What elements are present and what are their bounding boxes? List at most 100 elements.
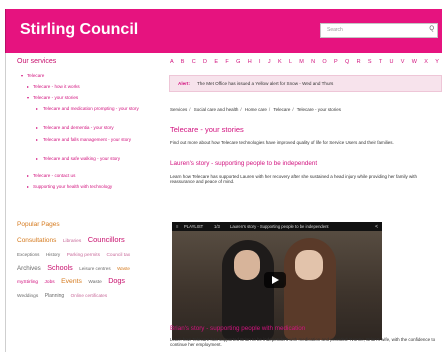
az-letter[interactable]: W: [412, 59, 420, 65]
tag-link[interactable]: Planning: [45, 293, 64, 299]
tag-link[interactable]: Waste: [88, 280, 101, 285]
az-letter[interactable]: P: [334, 59, 340, 65]
tag-link[interactable]: Parking permits: [67, 253, 100, 258]
left-border: [5, 53, 6, 352]
az-letter[interactable]: D: [203, 59, 210, 65]
sidebar-item-telecare[interactable]: ▾ Telecare: [21, 73, 141, 78]
chevron-right-icon: ▸: [36, 156, 39, 161]
tag-link[interactable]: Weddings: [17, 294, 38, 299]
intro-text: Find out more about how Telecare technol…: [170, 140, 394, 145]
az-letter[interactable]: X: [424, 59, 431, 65]
az-letter[interactable]: N: [311, 59, 318, 65]
az-letter[interactable]: Y: [435, 59, 442, 65]
chevron-down-icon: ▾: [27, 95, 30, 100]
az-letter[interactable]: C: [192, 59, 199, 65]
chevron-right-icon: ▸: [27, 184, 30, 189]
az-letter[interactable]: B: [181, 59, 188, 65]
tag-link[interactable]: Councillors: [88, 235, 125, 244]
page: Stirling Council Search Q Our services ▾…: [0, 0, 442, 352]
chevron-right-icon: ▸: [36, 125, 39, 130]
az-letter[interactable]: O: [322, 59, 329, 65]
breadcrumb: Services / Social care and health / Home c…: [170, 107, 342, 112]
video-player[interactable]: ≡ PLAYLIST 1/3 Lauren's story - Supporti…: [172, 222, 382, 340]
tag-link[interactable]: Libraries: [63, 239, 81, 244]
story-heading: Brian's story - supporting people with m…: [170, 325, 306, 332]
story-text: Learn how Telecare has supported Lauren …: [170, 174, 418, 185]
az-letter[interactable]: A: [170, 59, 176, 65]
chevron-right-icon: ▸: [36, 137, 39, 142]
playlist-counter: 1/3: [214, 224, 220, 229]
tag-link[interactable]: Jobs: [45, 280, 55, 285]
a-z-index: A B C D E F G H I J K L M N O P Q R S T …: [170, 59, 442, 65]
az-letter[interactable]: S: [368, 59, 375, 65]
alert-text: The Met Office has issued a Yellow alert…: [197, 81, 334, 86]
site-logo[interactable]: Stirling Council: [20, 21, 138, 39]
sidebar-item-safe-walking[interactable]: ▸ Telecare and safe walking - your story: [36, 156, 156, 161]
chevron-right-icon: ▸: [27, 84, 30, 89]
az-letter[interactable]: Q: [345, 59, 352, 65]
play-button[interactable]: [264, 272, 286, 288]
az-letter[interactable]: G: [236, 59, 243, 65]
sidebar-heading: Our services: [17, 58, 57, 65]
az-letter[interactable]: J: [268, 59, 274, 65]
sidebar-item-contact[interactable]: ▸ Telecare - contact us: [27, 173, 147, 178]
popular-tags: Consultations Libraries Councillors Exce…: [17, 233, 141, 302]
tag-link[interactable]: Waste: [117, 266, 130, 271]
alert-label: Alert:: [178, 81, 190, 86]
tag-link[interactable]: Exceptions: [17, 252, 39, 257]
breadcrumb-item[interactable]: Services: [170, 107, 187, 112]
az-letter[interactable]: I: [259, 59, 263, 65]
az-letter[interactable]: M: [299, 59, 306, 65]
person-right-face: [295, 250, 323, 280]
share-icon[interactable]: <: [375, 224, 378, 230]
az-letter[interactable]: U: [389, 59, 396, 65]
tag-link[interactable]: Council tax: [106, 253, 130, 258]
breadcrumb-item[interactable]: Home care: [245, 107, 267, 112]
tag-link[interactable]: Events: [61, 278, 82, 285]
tag-link[interactable]: Online certificates: [71, 293, 108, 298]
page-title: Telecare - your stories: [170, 125, 244, 134]
alert-banner[interactable]: Alert: The Met Office has issued a Yello…: [169, 75, 442, 92]
story-text: Learn how Telecare has supported Brian t…: [170, 337, 436, 348]
az-letter[interactable]: R: [357, 59, 364, 65]
sidebar: Our services ▾ Telecare ▸ Telecare - how…: [11, 53, 159, 352]
sidebar-item-your-stories[interactable]: ▾ Telecare - your stories: [27, 95, 147, 100]
az-letter[interactable]: V: [401, 59, 408, 65]
top-strip: [0, 0, 442, 9]
sidebar-item-medication[interactable]: ▸ Telecare and medication prompting - yo…: [36, 106, 156, 111]
chevron-right-icon: ▸: [27, 173, 30, 178]
sidebar-item-falls[interactable]: ▸ Telecare and falls management - your s…: [36, 137, 156, 142]
playlist-label: PLAYLIST: [184, 224, 204, 229]
tag-link[interactable]: Dogs: [108, 276, 125, 285]
az-letter[interactable]: F: [225, 59, 231, 65]
breadcrumb-item: Telecare - your stories: [296, 107, 342, 112]
chevron-right-icon: ▸: [36, 106, 39, 111]
tag-link[interactable]: Schools: [47, 263, 73, 272]
search-input[interactable]: Search Q: [320, 23, 438, 38]
playlist-icon[interactable]: ≡: [176, 224, 178, 229]
az-letter[interactable]: T: [379, 59, 385, 65]
sidebar-item-how-it-works[interactable]: ▸ Telecare - how it works: [27, 84, 147, 89]
play-icon: [272, 276, 279, 284]
popular-pages-heading: Popular Pages: [17, 221, 60, 228]
sidebar-item-dementia[interactable]: ▸ Telecare and dementia - your story: [36, 125, 156, 130]
az-letter[interactable]: H: [248, 59, 255, 65]
chevron-down-icon: ▾: [21, 73, 24, 78]
tag-link[interactable]: myStirling: [17, 280, 38, 285]
breadcrumb-item[interactable]: Social care and health: [194, 107, 239, 112]
az-letter[interactable]: E: [214, 59, 221, 65]
tag-link[interactable]: Archives: [17, 265, 41, 272]
sidebar-item-health-technology[interactable]: ▸ Supporting your health with technology: [27, 184, 151, 189]
tag-link[interactable]: Leisure centres: [79, 266, 110, 271]
search-icon[interactable]: Q: [429, 26, 434, 32]
video-title: Lauren's story - Supporting people to be…: [230, 224, 329, 229]
az-letter[interactable]: K: [278, 59, 285, 65]
az-letter[interactable]: L: [289, 59, 295, 65]
tag-link[interactable]: History: [46, 252, 60, 257]
person-left-face: [234, 250, 260, 280]
main-content: A B C D E F G H I J K L M N O P Q R S T …: [164, 53, 442, 352]
tag-link[interactable]: Consultations: [17, 237, 56, 244]
search-placeholder: Search: [327, 27, 343, 33]
breadcrumb-item[interactable]: Telecare: [273, 107, 290, 112]
site-header: Stirling Council Search Q: [5, 9, 442, 53]
